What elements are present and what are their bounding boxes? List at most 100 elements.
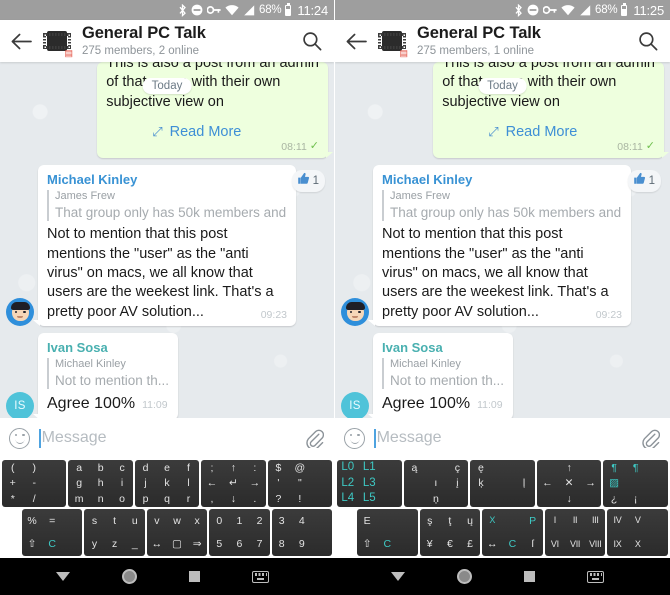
message-bubble[interactable]: Michael Kinley James Frew That group only …: [33, 164, 296, 326]
keyboard-key[interactable]: ; ↑: ← ↵ →, ↓.: [201, 460, 266, 507]
emoji-smiley-icon[interactable]: [344, 427, 365, 449]
message-bubble[interactable]: Ivan Sosa Michael Kinley Not to mention th…: [33, 332, 179, 418]
key-glyph: ↔: [151, 538, 163, 550]
nav-home-circle-icon[interactable]: [122, 569, 137, 584]
message-text: Agree 100%: [47, 395, 136, 413]
avatar[interactable]: IS: [341, 391, 369, 418]
read-more-link[interactable]: ⤢ Read More: [106, 124, 319, 140]
chat-titles[interactable]: General PC Talk 275 members, 2 online: [80, 24, 290, 58]
key-glyph: L4: [341, 492, 355, 505]
key-glyph: ↔: [487, 538, 498, 550]
phone-screen-left: 68% 11:24 ▤ General PC Talk 275 members,…: [0, 0, 335, 558]
keyboard-key[interactable]: E ⇧ C: [357, 509, 418, 556]
message-bubble[interactable]: Ivan Sosa Michael Kinley Not to mention th…: [368, 332, 514, 418]
chat-scroll-area[interactable]: This is also a post from an admin of that…: [335, 62, 670, 418]
search-icon[interactable]: [634, 27, 662, 55]
keyboard-key[interactable]: ş ţ ų ¥ € £: [419, 509, 481, 556]
keyboard-key[interactable]: % = ⇧ C: [22, 509, 83, 556]
keyboard-key[interactable]: () + - * /: [2, 460, 67, 507]
keyboard-key[interactable]: X P ↔ Cſ: [482, 509, 543, 556]
key-glyph: V: [634, 515, 641, 526]
keyboard-key[interactable]: a b c g h i mn o: [68, 460, 133, 507]
reaction-badge[interactable]: 1: [627, 169, 661, 192]
key-glyph: 1: [236, 514, 243, 527]
paperclip-icon[interactable]: [303, 427, 325, 449]
read-more-link[interactable]: ⤢ Read More: [442, 124, 655, 140]
key-glyph: o: [119, 492, 125, 505]
cpu-chip-avatar[interactable]: ▤: [42, 26, 73, 58]
nav-home-circle-icon[interactable]: [457, 569, 472, 584]
key-glyph: :: [253, 461, 257, 474]
message-bubble[interactable]: This is also a post from an admin of that…: [433, 62, 669, 158]
key-glyph: 4: [298, 514, 305, 527]
avatar[interactable]: IS: [6, 391, 34, 418]
status-bar: 68% 11:25: [335, 0, 670, 20]
keyboard-key[interactable]: L0 L1 L2 L3 L4 L5: [337, 460, 402, 507]
keyboard-key[interactable]: v w x ↔ ▢ ⇒: [146, 509, 208, 556]
quoted-message[interactable]: James Frew That group only has 50k member…: [382, 190, 622, 222]
message-bubble[interactable]: Michael Kinley James Frew That group only …: [368, 164, 631, 326]
quoted-sender-name: James Frew: [55, 190, 115, 203]
key-glyph: q: [164, 492, 170, 505]
nav-down-arrow-icon[interactable]: [56, 572, 70, 581]
key-glyph: ¥: [426, 538, 433, 550]
keyboard-key[interactable]: 012 5 6 7: [209, 509, 270, 556]
date-separator-pill: Today: [478, 78, 527, 94]
keyboard-row: L0 L1 L2 L3 L4 L5 ą ç ı į ņ ę ķ ļ ↑ ← ✕ → ↓ ¶ ¶ ▨ ¿ ¡: [336, 460, 669, 507]
key-glyph: III: [591, 515, 599, 526]
messagease-keyboard[interactable]: () + - * / a b c g h i m n o d e f j k l p q r; ↑: ← ↵ →, ↓. $ @ ' "?!%…: [0, 458, 334, 558]
panels-container: 68% 11:24 ▤ General PC Talk 275 members,…: [0, 0, 670, 558]
cpu-chip-avatar[interactable]: ▤: [377, 26, 408, 58]
search-icon[interactable]: [298, 27, 326, 55]
quoted-message[interactable]: Michael Kinley Not to mention th...: [47, 358, 170, 390]
key-glyph: m: [74, 492, 84, 505]
quoted-message[interactable]: Michael Kinley Not to mention th...: [382, 358, 504, 390]
nav-square-icon[interactable]: [524, 571, 535, 582]
user-face-avatar[interactable]: [6, 297, 34, 326]
emoji-smiley-icon[interactable]: [9, 427, 30, 449]
keyboard-key[interactable]: IV V IX X: [607, 509, 668, 556]
keyboard-key[interactable]: s t u y z _: [84, 509, 145, 556]
key-glyph: x: [194, 514, 200, 527]
message-input[interactable]: Message: [39, 428, 294, 448]
back-arrow-icon[interactable]: [8, 28, 34, 54]
key-glyph: →: [249, 477, 261, 490]
keyboard-key[interactable]: ęķ ļ: [470, 460, 535, 507]
key-glyph: ą: [411, 461, 418, 474]
keyboard-key[interactable]: I II III VI VII VIII: [544, 509, 606, 556]
reaction-badge[interactable]: 1: [291, 169, 325, 192]
key-glyph: ſ: [531, 538, 534, 550]
key-glyph: L1: [362, 461, 376, 474]
keyboard-key[interactable]: ą ç ı į ņ: [403, 460, 469, 507]
message-input[interactable]: Message: [374, 428, 630, 448]
key-glyph: 8: [278, 538, 285, 550]
nav-keyboard-icon[interactable]: [587, 570, 604, 583]
chip-badge-icon: ▤: [399, 48, 408, 58]
wifi-icon: [225, 4, 239, 16]
message-bubble[interactable]: This is also a post from an admin of that…: [97, 62, 333, 158]
keyboard-key[interactable]: ¶ ¶ ▨ ¿ ¡: [603, 460, 668, 507]
read-more-label: Read More: [169, 123, 242, 140]
chat-scroll-area[interactable]: This is also a post from an admin of that…: [0, 62, 334, 418]
key-glyph: y: [91, 538, 98, 550]
keyboard-key[interactable]: 34 8 9: [271, 509, 333, 556]
nav-square-icon[interactable]: [189, 571, 200, 582]
chat-titles[interactable]: General PC Talk 275 members, 1 online: [415, 24, 626, 58]
messagease-keyboard[interactable]: L0 L1 L2 L3 L4 L5 ą ç ı į ņ ę ķ ļ ↑ ← ✕ → ↓ ¶ ¶ ▨ ¿ ¡ E ⇧ Cş ţ ų ¥ € £ X…: [335, 458, 670, 558]
keyboard-key[interactable]: d e f j k l p q r: [134, 460, 200, 507]
bubble-tail: [326, 151, 333, 158]
quoted-message-text: Not to mention th...: [55, 372, 170, 388]
key-glyph: d: [142, 461, 149, 474]
key-glyph: ↑: [230, 461, 237, 474]
back-arrow-icon[interactable]: [343, 28, 369, 54]
keyboard-key[interactable]: $ @ ' "?!: [267, 460, 333, 507]
key-glyph: ↓: [230, 492, 237, 505]
nav-down-arrow-icon[interactable]: [391, 572, 405, 581]
paperclip-icon[interactable]: [639, 427, 661, 449]
message-text: Agree 100%: [382, 395, 471, 413]
nav-keyboard-icon[interactable]: [252, 570, 269, 583]
user-face-avatar[interactable]: [341, 297, 369, 326]
quoted-message[interactable]: James Frew That group only has 50k member…: [47, 190, 287, 222]
keyboard-key[interactable]: ↑ ← ✕ → ↓: [536, 460, 602, 507]
key-glyph: $: [275, 461, 282, 474]
